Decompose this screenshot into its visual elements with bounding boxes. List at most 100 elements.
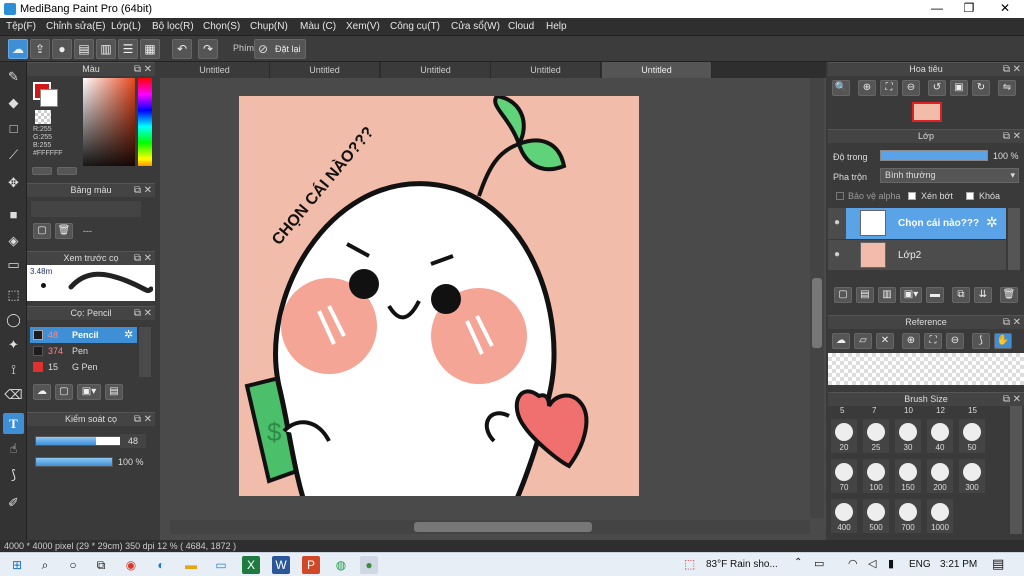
lasso-tool-icon[interactable]: ◯	[3, 309, 24, 330]
battery-icon[interactable]: ▮	[888, 557, 894, 570]
brush-item[interactable]: 374 Pen	[30, 343, 137, 359]
color-mode-button[interactable]	[32, 167, 52, 175]
brush-size-cell[interactable]: 500	[862, 498, 890, 534]
redo-icon[interactable]: ↷	[198, 39, 218, 59]
search-icon[interactable]: ⌕	[36, 556, 54, 574]
vertical-scroll-thumb[interactable]	[812, 278, 822, 348]
lock-checkbox[interactable]	[966, 192, 974, 200]
close-panel-icon[interactable]: ✕	[1013, 63, 1021, 76]
zoom-out-icon[interactable]: ⊖	[946, 333, 964, 349]
fill-rect-icon[interactable]: ■	[3, 204, 24, 225]
eye-icon[interactable]: ●	[834, 249, 840, 260]
brush-size-scrollbar[interactable]	[1010, 406, 1022, 534]
color-mode-button-2[interactable]	[57, 167, 77, 175]
rotate-left-icon[interactable]: ↺	[928, 80, 946, 96]
monitor-icon[interactable]: ▭	[212, 556, 230, 574]
zoom-icon[interactable]: 🔍	[832, 80, 850, 96]
brush-size-cell[interactable]: 70	[830, 458, 858, 494]
menu-snap[interactable]: Chụp(N)	[250, 21, 288, 32]
brush-size-cell[interactable]: 1000	[926, 498, 954, 534]
list-icon[interactable]: ☰	[118, 39, 138, 59]
fit-icon[interactable]: ⛶	[880, 80, 898, 96]
balloon-icon[interactable]: ▤	[74, 39, 94, 59]
document-tab-active[interactable]: Untitled	[602, 62, 712, 78]
horizontal-scroll-thumb[interactable]	[414, 522, 592, 532]
palette-swatches[interactable]	[31, 201, 141, 217]
menu-edit[interactable]: Chỉnh sửa(E)	[46, 21, 106, 32]
share-icon[interactable]: ⇪	[30, 39, 50, 59]
undock-icon[interactable]: ⧉	[134, 184, 141, 197]
brush-size-cell[interactable]: 30	[894, 418, 922, 454]
notification-icon[interactable]: ▤	[992, 556, 1004, 572]
undock-icon[interactable]: ⧉	[1003, 63, 1010, 76]
actual-size-icon[interactable]: ▣	[950, 80, 968, 96]
chrome-icon[interactable]: ◍	[332, 556, 350, 574]
maximize-button[interactable]: ❐	[952, 0, 986, 18]
excel-icon[interactable]: X	[242, 556, 260, 574]
wifi-icon[interactable]: ◠	[848, 557, 858, 570]
word-icon[interactable]: W	[272, 556, 290, 574]
brush-item[interactable]: 48 Pencil ✲	[30, 327, 137, 343]
brush-item[interactable]: 15 G Pen	[30, 359, 137, 375]
page-icon[interactable]: ▥	[96, 39, 116, 59]
saturation-picker[interactable]	[83, 78, 135, 175]
menu-help[interactable]: Help	[546, 21, 567, 32]
undock-icon[interactable]: ⧉	[134, 252, 141, 265]
zoom-in-icon[interactable]: ⊕	[858, 80, 876, 96]
cloud-icon[interactable]: ☁	[832, 333, 850, 349]
weather-text[interactable]: 83°F Rain sho...	[706, 559, 778, 570]
dot-tool-icon[interactable]: ⟋	[3, 144, 24, 165]
language-indicator[interactable]: ENG	[909, 559, 931, 570]
gradient-tool-icon[interactable]: ▭	[3, 254, 24, 275]
new-1bit-layer-icon[interactable]: ▥	[878, 287, 896, 303]
close-panel-icon[interactable]: ✕	[1013, 316, 1021, 329]
magic-wand-icon[interactable]: ✦	[3, 334, 24, 355]
bucket-tool-icon[interactable]: ◈	[3, 230, 24, 251]
menu-layer[interactable]: Lớp(L)	[111, 21, 141, 32]
close-panel-icon[interactable]: ✕	[144, 252, 152, 265]
blend-mode-select[interactable]: Bình thường ▾	[880, 168, 1019, 183]
eye-icon[interactable]: ●	[834, 217, 840, 228]
add-layer-icon[interactable]: ▣▾	[900, 287, 922, 303]
drawing-canvas[interactable]: $ CHỌN CÁI NÀO???	[239, 96, 639, 496]
layer-row[interactable]: ● Chọn cái nào??? ✲	[828, 208, 1006, 239]
brush-size-cell[interactable]: 200	[926, 458, 954, 494]
close-panel-icon[interactable]: ✕	[144, 184, 152, 197]
grid-icon[interactable]: ▦	[140, 39, 160, 59]
hand-icon[interactable]: ✋	[994, 333, 1012, 349]
task-view-icon[interactable]: ⧉	[92, 556, 110, 574]
brush-size-cell[interactable]: 100	[862, 458, 890, 494]
menu-tools[interactable]: Công cụ(T)	[390, 21, 440, 32]
menu-file[interactable]: Tệp(F)	[6, 21, 36, 32]
document-tab[interactable]: Untitled	[381, 62, 491, 78]
brush-size-cell[interactable]: 150	[894, 458, 922, 494]
clear-button[interactable]: ⊘ Đặt lại	[254, 39, 306, 59]
weather-icon[interactable]: ⬚	[684, 557, 695, 571]
eyedropper-icon[interactable]: ⟆	[3, 464, 24, 485]
cortana-icon[interactable]: ○	[64, 556, 82, 574]
close-icon[interactable]: ✕	[876, 333, 894, 349]
select-eraser-icon[interactable]: ⌫	[3, 384, 24, 405]
eyedropper-icon[interactable]: ⟆	[972, 333, 990, 349]
horizontal-scrollbar[interactable]	[170, 520, 810, 534]
edge-icon[interactable]: ◐	[152, 556, 170, 574]
undock-icon[interactable]: ⧉	[134, 63, 141, 76]
brush-size-cell[interactable]: 300	[958, 458, 986, 494]
undock-icon[interactable]: ⧉	[134, 307, 141, 320]
new-brush-icon[interactable]: ▢	[55, 384, 73, 400]
brush-size-cell[interactable]: 400	[830, 498, 858, 534]
brush-opacity-slider[interactable]	[35, 457, 113, 467]
zoom-in-icon[interactable]: ⊕	[902, 333, 920, 349]
clock[interactable]: 3:21 PM	[940, 559, 977, 570]
medibang-icon[interactable]: ●	[360, 556, 378, 574]
layer-opacity-slider[interactable]	[880, 150, 988, 161]
text-tool-icon[interactable]: T	[3, 413, 24, 434]
brush-size-cell[interactable]: 40	[926, 418, 954, 454]
file-explorer-icon[interactable]: ▬	[182, 556, 200, 574]
brush-settings-icon[interactable]: ▤	[105, 384, 123, 400]
menu-view[interactable]: Xem(V)	[346, 21, 380, 32]
chevron-up-icon[interactable]: ⌃	[794, 557, 802, 568]
network-icon[interactable]: ▭	[814, 557, 824, 570]
add-brush-icon[interactable]: ▣▾	[77, 384, 101, 400]
document-tab[interactable]: Untitled	[491, 62, 601, 78]
